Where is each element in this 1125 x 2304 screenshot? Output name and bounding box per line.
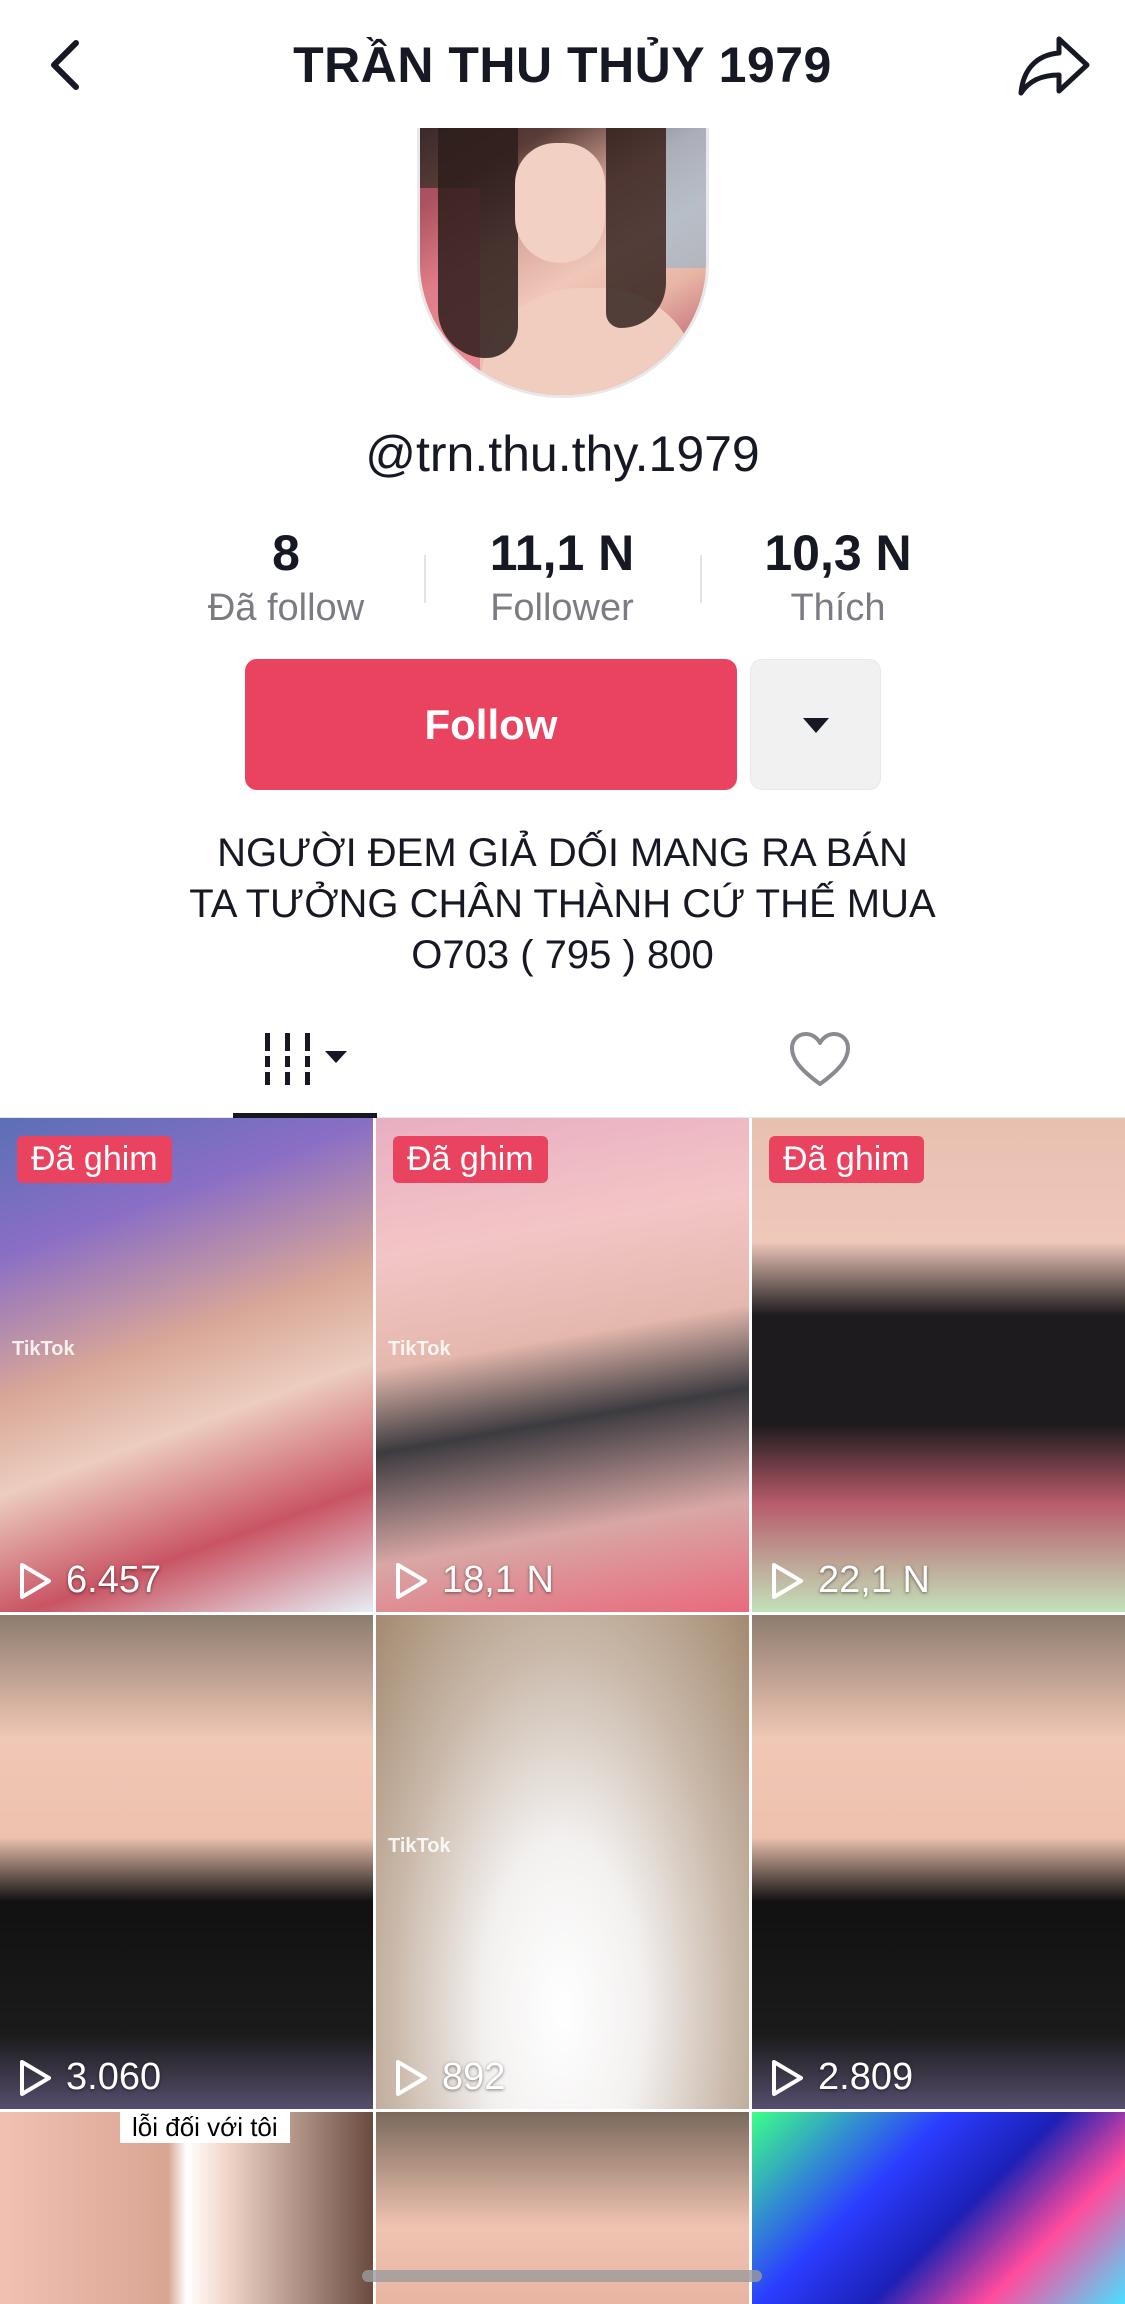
stat-value: 11,1 N: [489, 525, 635, 581]
play-icon: [20, 2059, 51, 2096]
stat-label: Đã follow: [207, 587, 365, 629]
page-title: TRẦN THU THỦY 1979: [293, 37, 832, 93]
video-thumbnail[interactable]: Đã ghim TikTok 6.457: [0, 1118, 373, 1612]
heart-icon: [790, 1032, 850, 1086]
tab-videos[interactable]: [233, 1000, 377, 1118]
video-thumbnail[interactable]: Đã ghim TikTok 18,1 N: [376, 1118, 749, 1612]
chevron-left-icon: [51, 40, 79, 90]
bio-line: NGƯỜI ĐEM GIẢ DỐI MANG RA BÁN: [217, 831, 908, 875]
video-caption: lỗi đối với tôi: [120, 2112, 290, 2143]
watermark: TikTok: [388, 1835, 451, 1857]
play-icon: [396, 2059, 427, 2096]
top-bar: TRẦN THU THỦY 1979: [0, 0, 1125, 130]
follow-button[interactable]: Follow: [245, 659, 737, 790]
view-count: 892: [394, 2056, 505, 2099]
play-icon: [396, 1562, 427, 1599]
stat-likes[interactable]: 10,3 N Thích: [723, 522, 953, 632]
caret-down-icon: [802, 717, 829, 733]
view-count-text: 6.457: [66, 1559, 162, 1601]
stat-divider: [424, 555, 426, 603]
profile-stats: 8 Đã follow 11,1 N Follower 10,3 N Thích: [0, 522, 1125, 642]
video-thumbnail[interactable]: lỗi đối với tôi: [0, 2112, 373, 2304]
pinned-badge: Đã ghim: [17, 1136, 172, 1183]
suggested-accounts-button[interactable]: [750, 659, 881, 790]
video-thumbnail[interactable]: 2.809: [752, 1615, 1125, 2109]
view-count: 18,1 N: [394, 1559, 554, 1602]
pinned-badge: Đã ghim: [393, 1136, 548, 1183]
content-tabs: [0, 1000, 1125, 1118]
username: @trn.thu.thy.1979: [365, 426, 760, 482]
play-icon: [20, 1562, 51, 1599]
video-thumbnail[interactable]: Đã ghim 22,1 N: [752, 1118, 1125, 1612]
play-icon: [772, 1562, 803, 1599]
view-count: 22,1 N: [770, 1559, 930, 1602]
stat-divider: [700, 555, 702, 603]
bio-line: TA TƯỞNG CHÂN THÀNH CỨ THẾ MUA: [189, 882, 936, 926]
play-icon: [772, 2059, 803, 2096]
view-count-text: 892: [442, 2056, 506, 2098]
video-grid-icon: [259, 1033, 347, 1085]
avatar[interactable]: [417, 128, 709, 398]
back-button[interactable]: [36, 30, 96, 100]
view-count-text: 2.809: [818, 2056, 914, 2098]
stat-value: 8: [272, 525, 300, 581]
stat-label: Thích: [790, 587, 886, 629]
bio: NGƯỜI ĐEM GIẢ DỐI MANG RA BÁN TA TƯỞNG C…: [0, 828, 1125, 981]
video-thumbnail[interactable]: [752, 2112, 1125, 2304]
video-thumbnail[interactable]: TikTok 892: [376, 1615, 749, 2109]
video-thumbnail[interactable]: 3.060: [0, 1615, 373, 2109]
tab-liked[interactable]: [770, 1000, 870, 1118]
stat-label: Follower: [490, 587, 634, 629]
view-count-text: 3.060: [66, 2056, 162, 2098]
home-indicator: [362, 2270, 762, 2282]
stat-followers[interactable]: 11,1 N Follower: [447, 522, 677, 632]
view-count: 6.457: [18, 1559, 161, 1602]
stat-value: 10,3 N: [764, 525, 912, 581]
share-arrow-icon: [1018, 36, 1090, 96]
pinned-badge: Đã ghim: [769, 1136, 924, 1183]
watermark: TikTok: [388, 1338, 451, 1360]
view-count-text: 22,1 N: [818, 1559, 930, 1601]
watermark: TikTok: [12, 1338, 75, 1360]
share-button[interactable]: [1015, 30, 1095, 100]
view-count: 3.060: [18, 2056, 161, 2099]
view-count-text: 18,1 N: [442, 1559, 554, 1601]
bio-line: O703 ( 795 ) 800: [411, 933, 714, 977]
view-count: 2.809: [770, 2056, 913, 2099]
stat-following[interactable]: 8 Đã follow: [171, 522, 401, 632]
